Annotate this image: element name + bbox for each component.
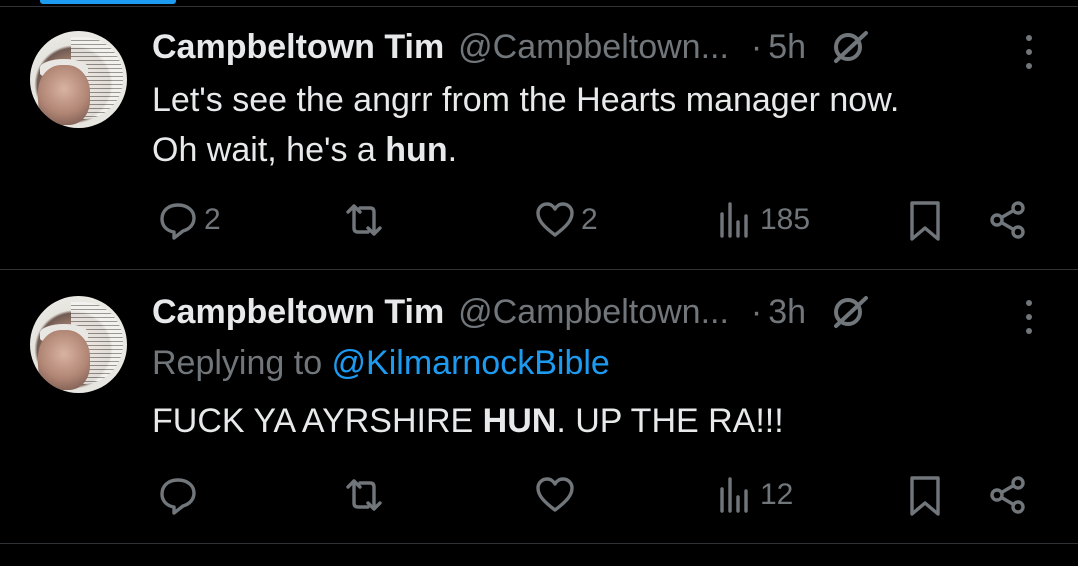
views-button[interactable]: 12 [718, 475, 793, 515]
reply-button[interactable] [158, 475, 204, 515]
tweet-text-line-2: Oh wait, he's a hun. [152, 131, 458, 169]
views-icon [720, 477, 748, 513]
author-name[interactable]: Campbeltown Tim [152, 28, 444, 67]
tweet-text: Let's see the angrr from the Hearts mana… [152, 75, 899, 175]
views-count: 185 [760, 203, 811, 236]
share-button[interactable] [988, 475, 1028, 515]
separator-dot: · [750, 292, 763, 331]
avatar[interactable] [30, 31, 127, 128]
tweet-header: Campbeltown Tim @Campbeltown... · 3h [152, 290, 870, 334]
repost-button[interactable] [340, 475, 394, 515]
like-icon [536, 477, 574, 512]
like-button[interactable] [535, 475, 581, 515]
like-button[interactable]: 2 [535, 200, 598, 240]
reply-icon [160, 203, 196, 240]
timestamp[interactable]: 3h [768, 293, 806, 332]
avatar[interactable] [30, 296, 127, 393]
replying-to-mention[interactable]: @KilmarnockBible [332, 344, 610, 382]
replying-to-label: Replying to [152, 344, 332, 382]
bookmark-icon [910, 476, 940, 516]
replying-to: Replying to @KilmarnockBible [152, 344, 610, 383]
bookmark-icon [910, 201, 940, 241]
reply-icon [160, 478, 196, 515]
bookmark-button[interactable] [908, 200, 942, 242]
tweet-2[interactable]: Campbeltown Tim @Campbeltown... · 3h Rep… [0, 270, 1078, 545]
grok-icon[interactable] [830, 27, 870, 67]
tweet-header: Campbeltown Tim @Campbeltown... · 5h [152, 25, 870, 69]
author-name[interactable]: Campbeltown Tim [152, 293, 444, 332]
action-bar: 12 [0, 472, 1078, 522]
repost-icon [346, 479, 382, 511]
author-handle[interactable]: @Campbeltown... [458, 293, 729, 332]
share-icon [990, 201, 1025, 239]
more-icon[interactable] [1024, 300, 1034, 334]
share-icon [990, 476, 1025, 514]
tweet-text-line-1: Let's see the angrr from the Hearts mana… [152, 81, 900, 119]
separator-dot: · [750, 27, 763, 66]
grok-icon[interactable] [830, 292, 870, 332]
views-count: 12 [760, 478, 794, 511]
reply-button[interactable]: 2 [158, 200, 221, 240]
tweet-text: FUCK YA AYRSHIRE HUN. UP THE RA!!! [152, 396, 784, 446]
timestamp[interactable]: 5h [768, 28, 806, 67]
repost-button[interactable] [340, 200, 394, 240]
views-icon [720, 202, 748, 238]
action-bar: 2 2 185 [0, 197, 1078, 247]
views-button[interactable]: 185 [718, 200, 810, 240]
author-handle[interactable]: @Campbeltown... [458, 28, 729, 67]
reply-count: 2 [204, 203, 221, 236]
like-icon [536, 202, 574, 237]
tweet-1[interactable]: Campbeltown Tim @Campbeltown... · 5h Let… [0, 0, 1078, 270]
tweet-text-line-1: FUCK YA AYRSHIRE HUN. UP THE RA!!! [152, 402, 784, 440]
like-count: 2 [581, 203, 598, 236]
tweet-divider [0, 543, 1078, 544]
share-button[interactable] [988, 200, 1028, 240]
repost-icon [346, 204, 382, 236]
bookmark-button[interactable] [908, 475, 942, 517]
more-icon[interactable] [1024, 35, 1034, 69]
